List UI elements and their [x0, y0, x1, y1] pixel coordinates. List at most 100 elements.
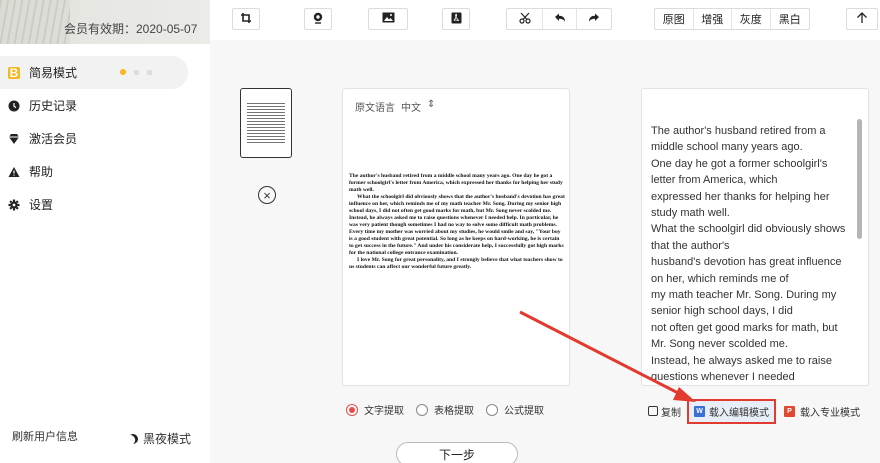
load-edit-label: 载入编辑模式: [709, 407, 769, 419]
source-image-panel: 原文语言 中文 ⇕ The author's husband retired f…: [342, 88, 570, 386]
sidebar: 会员有效期：2020-05-07 B 简易模式 历史记录 激活会员 帮助 设置 …: [0, 0, 210, 463]
text-line: letter from America, which: [651, 174, 778, 187]
sidebar-nav: B 简易模式 历史记录 激活会员 帮助 设置: [0, 56, 210, 221]
filter-black-white[interactable]: 黑白: [771, 9, 809, 29]
sidebar-item-label: 帮助: [29, 165, 54, 179]
text-line: questions whenever I needed: [651, 371, 795, 384]
upload-button[interactable]: [846, 8, 878, 30]
text-line: One day he got a former schoolgirl's: [651, 157, 828, 170]
undo-icon: [554, 12, 566, 27]
text-line: my math teacher Mr. Song. During my: [651, 289, 837, 302]
sidebar-item-help[interactable]: 帮助: [0, 155, 210, 188]
text-line: study math well.: [651, 207, 730, 220]
image-filter-group: 原图 增强 灰度 黑白: [654, 8, 810, 30]
sidebar-item-label: 设置: [29, 198, 54, 212]
copy-icon: [648, 406, 658, 416]
text-line: middle school many years ago.: [651, 141, 803, 154]
word-icon: W: [694, 405, 705, 417]
text-line: husband's devotion has great influence: [651, 256, 842, 269]
load-edit-mode-button[interactable]: W 载入编辑模式: [687, 398, 776, 424]
crop-button[interactable]: [232, 8, 260, 30]
load-pro-label: 载入专业模式: [800, 407, 860, 419]
night-mode-toggle[interactable]: 黑夜模式: [128, 430, 191, 447]
pdf-button[interactable]: [442, 8, 470, 30]
radio-indicator: [486, 403, 498, 416]
banner-art: [0, 0, 70, 44]
recognized-text-panel[interactable]: The author's husband retired from a midd…: [641, 88, 869, 386]
refresh-user-info-link[interactable]: 刷新用户信息: [12, 428, 78, 444]
source-language-select[interactable]: 原文语言 中文 ⇕: [355, 99, 435, 114]
language-label: 原文语言: [355, 103, 395, 114]
sidebar-item-history[interactable]: 历史记录: [0, 89, 210, 122]
sidebar-item-settings[interactable]: 设置: [0, 188, 210, 221]
close-icon: ×: [263, 187, 271, 203]
text-line: What the schoolgirl did obviously shows: [651, 223, 846, 236]
radio-label: 文字提取: [364, 406, 404, 417]
edit-tools-group: [506, 8, 612, 30]
crop-icon: [240, 12, 252, 27]
pdf-pro-icon: P: [784, 405, 795, 417]
remove-page-button[interactable]: ×: [258, 186, 276, 204]
scissors-icon: [518, 12, 531, 27]
next-step-button[interactable]: 下一步: [396, 442, 518, 463]
text-line: that the author's: [651, 239, 730, 252]
redo-button[interactable]: [577, 9, 611, 29]
image-icon: [382, 12, 395, 26]
filter-original[interactable]: 原图: [655, 9, 694, 29]
sidebar-item-label: 简易模式: [29, 66, 78, 80]
insert-image-button[interactable]: [368, 8, 408, 30]
sidebar-item-simple-mode[interactable]: B 简易模式: [0, 56, 188, 89]
moon-icon: [127, 432, 140, 445]
text-line: not often get good marks for math, but: [651, 321, 838, 334]
text-line: Instead, he always asked me to raise: [651, 354, 832, 367]
redo-icon: [588, 12, 600, 27]
member-expiry: 会员有效期：2020-05-07: [64, 22, 198, 36]
load-pro-mode-button[interactable]: P 载入专业模式: [784, 404, 860, 419]
mode-indicator: [120, 69, 152, 75]
radio-table-extract[interactable]: 表格提取: [416, 402, 474, 417]
camera-button[interactable]: [304, 8, 332, 30]
undo-button[interactable]: [543, 9, 577, 29]
extract-type-group: 文字提取 表格提取 公式提取: [346, 402, 556, 417]
main-area: × 原文语言 中文 ⇕ The author's husband retired…: [210, 40, 880, 463]
radio-text-extract[interactable]: 文字提取: [346, 402, 404, 417]
radio-label: 公式提取: [504, 406, 544, 417]
night-mode-label: 黑夜模式: [143, 432, 192, 446]
sidebar-item-activate-member[interactable]: 激活会员: [0, 122, 210, 155]
page-thumbnail[interactable]: [240, 88, 292, 158]
warning-icon: [8, 166, 20, 178]
sidebar-item-label: 历史记录: [29, 99, 78, 113]
member-banner: 会员有效期：2020-05-07: [0, 0, 210, 44]
diamond-icon: [8, 133, 20, 145]
gear-icon: [8, 199, 20, 211]
radio-label: 表格提取: [434, 406, 474, 417]
language-value: 中文: [401, 103, 421, 114]
doc-paragraph: The author's husband retired from a midd…: [349, 173, 563, 193]
pdf-icon: [451, 12, 462, 27]
text-line: expressed her thanks for helping her: [651, 190, 830, 203]
radio-indicator: [416, 403, 428, 416]
text-line: Mr. Song never scolded me.: [651, 338, 788, 351]
filter-enhance[interactable]: 增强: [694, 9, 732, 29]
text-line: The author's husband retired from a: [651, 125, 826, 137]
radio-indicator: [346, 403, 358, 416]
mode-icon: B: [8, 65, 20, 80]
toolbar: 原图 增强 灰度 黑白: [210, 0, 880, 40]
vertical-scrollbar[interactable]: [857, 119, 862, 239]
result-actions: 复制 W 载入编辑模式 P 载入专业模式: [648, 398, 860, 424]
sidebar-item-label: 激活会员: [29, 132, 78, 146]
radio-formula-extract[interactable]: 公式提取: [486, 402, 544, 417]
scanned-document: The author's husband retired from a midd…: [349, 173, 565, 271]
doc-paragraph: What the schoolgirl did obviously shows …: [349, 194, 565, 256]
doc-paragraph: I love Mr. Song for great personality, a…: [349, 257, 563, 270]
cut-button[interactable]: [507, 9, 543, 29]
copy-button[interactable]: 复制: [648, 404, 681, 419]
filter-grayscale[interactable]: 灰度: [732, 9, 771, 29]
recognized-text[interactable]: The author's husband retired from a midd…: [651, 123, 857, 385]
webcam-icon: [312, 12, 324, 27]
text-line: senior high school days, I did: [651, 305, 793, 318]
thumbnail-preview: [247, 103, 285, 143]
copy-label: 复制: [661, 407, 681, 419]
chevron-updown-icon: ⇕: [427, 99, 436, 110]
arrow-up-icon: [856, 11, 868, 27]
